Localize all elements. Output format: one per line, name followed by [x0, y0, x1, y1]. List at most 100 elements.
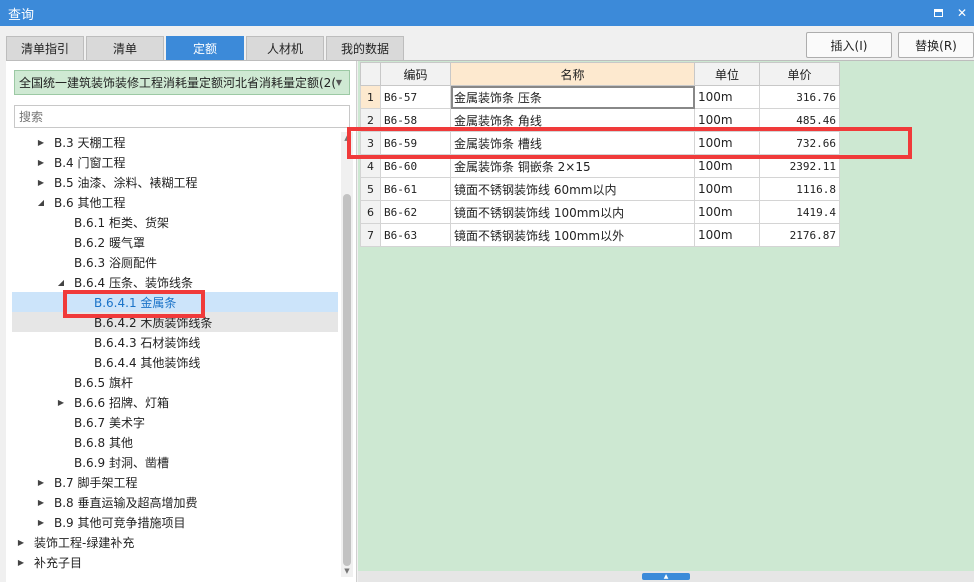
splitter-handle[interactable]: ▲	[642, 573, 690, 580]
tab-list-guide[interactable]: 清单指引	[6, 36, 84, 60]
maximize-icon[interactable]	[926, 2, 950, 24]
price-cell[interactable]: 1419.4	[759, 200, 840, 224]
unit-cell[interactable]: 100m	[694, 223, 760, 247]
name-cell[interactable]: 金属装饰条 压条	[450, 85, 695, 109]
tab-bill[interactable]: 清单	[86, 36, 164, 60]
table-row[interactable]: 1 B6-57 金属装饰条 压条 100m 316.76	[360, 85, 840, 109]
tree-node[interactable]: B.6.4.3 石材装饰线	[12, 332, 338, 352]
unit-cell[interactable]: 100m	[694, 108, 760, 132]
replace-button[interactable]: 替换(R)	[898, 32, 974, 58]
tree-node[interactable]: ▶ 装饰工程-绿建补充	[12, 532, 338, 552]
unit-cell[interactable]: 100m	[694, 85, 760, 109]
unit-cell[interactable]: 100m	[694, 131, 760, 155]
code-cell[interactable]: B6-57	[380, 85, 451, 109]
name-cell[interactable]: 金属装饰条 角线	[450, 108, 695, 132]
column-header-code[interactable]: 编码	[380, 62, 451, 86]
expand-icon[interactable]: ▶	[36, 478, 46, 487]
price-cell[interactable]: 1116.8	[759, 177, 840, 201]
row-index-cell[interactable]: 2	[360, 108, 381, 132]
tree-node[interactable]: B.6.5 旗杆	[12, 372, 338, 392]
name-cell[interactable]: 金属装饰条 槽线	[450, 131, 695, 155]
tree-node-label: B.6.9 封洞、凿槽	[74, 455, 169, 470]
code-cell[interactable]: B6-58	[380, 108, 451, 132]
collapse-icon[interactable]: ◢	[36, 198, 46, 207]
expand-icon[interactable]: ▶	[36, 498, 46, 507]
column-header-price[interactable]: 单价	[759, 62, 840, 86]
tree-node[interactable]: ▶ B.5 油漆、涂料、裱糊工程	[12, 172, 338, 192]
tree-node[interactable]: ▶ B.4 门窗工程	[12, 152, 338, 172]
name-cell[interactable]: 镜面不锈钢装饰线 100mm以外	[450, 223, 695, 247]
tree-node[interactable]: ▶ B.6.6 招牌、灯箱	[12, 392, 338, 412]
tree-node[interactable]: ▶ 补充子目	[12, 552, 338, 572]
expand-icon[interactable]: ▶	[56, 398, 66, 407]
close-icon[interactable]: ✕	[950, 2, 974, 24]
collapse-icon[interactable]: ◢	[56, 278, 66, 287]
tree-node[interactable]: ▶ B.8 垂直运输及超高增加费	[12, 492, 338, 512]
table-row[interactable]: 6 B6-62 镜面不锈钢装饰线 100mm以内 100m 1419.4	[360, 200, 840, 224]
price-cell[interactable]: 316.76	[759, 85, 840, 109]
name-cell[interactable]: 金属装饰条 铜嵌条 2×15	[450, 154, 695, 178]
search-input[interactable]	[14, 105, 350, 128]
tree-node[interactable]: ▶ B.7 脚手架工程	[12, 472, 338, 492]
unit-cell[interactable]: 100m	[694, 177, 760, 201]
tree-node[interactable]: B.6.8 其他	[12, 432, 338, 452]
tree-node-selected[interactable]: B.6.4.1 金属条	[12, 292, 338, 312]
price-cell[interactable]: 732.66	[759, 131, 840, 155]
tree-node[interactable]: B.6.7 美术字	[12, 412, 338, 432]
tree-node[interactable]: ◢ B.6 其他工程	[12, 192, 338, 212]
name-cell[interactable]: 镜面不锈钢装饰线 60mm以内	[450, 177, 695, 201]
expand-icon[interactable]: ▶	[36, 178, 46, 187]
tree-node[interactable]: B.6.3 浴厕配件	[12, 252, 338, 272]
row-index-cell[interactable]: 4	[360, 154, 381, 178]
unit-cell[interactable]: 100m	[694, 154, 760, 178]
tree-node[interactable]: B.6.1 柜类、货架	[12, 212, 338, 232]
expand-icon[interactable]: ▶	[36, 518, 46, 527]
tree-node[interactable]: B.6.2 暖气罩	[12, 232, 338, 252]
row-index-cell[interactable]: 6	[360, 200, 381, 224]
row-index-cell[interactable]: 7	[360, 223, 381, 247]
expand-icon[interactable]: ▶	[16, 558, 26, 567]
tree-node-label: B.6.5 旗杆	[74, 375, 133, 390]
code-cell[interactable]: B6-61	[380, 177, 451, 201]
library-select[interactable]: 全国统一建筑装饰装修工程消耗量定额河北省消耗量定额(2( ▼	[14, 70, 350, 95]
code-cell[interactable]: B6-63	[380, 223, 451, 247]
insert-button[interactable]: 插入(I)	[806, 32, 892, 58]
scrollbar-thumb[interactable]	[343, 194, 351, 566]
expand-icon[interactable]: ▶	[36, 138, 46, 147]
table-row[interactable]: 7 B6-63 镜面不锈钢装饰线 100mm以外 100m 2176.87	[360, 223, 840, 247]
tree-node[interactable]: ▶ B.3 天棚工程	[12, 132, 338, 152]
row-index-cell[interactable]: 3	[360, 131, 381, 155]
code-cell[interactable]: B6-62	[380, 200, 451, 224]
tab-bar: 清单指引 清单 定额 人材机 我的数据	[6, 36, 406, 60]
column-header-name[interactable]: 名称	[450, 62, 695, 86]
tab-resources[interactable]: 人材机	[246, 36, 324, 60]
tree-node[interactable]: ▶ B.9 其他可竞争措施项目	[12, 512, 338, 532]
scroll-up-icon[interactable]: ▲	[341, 132, 353, 144]
row-index-cell[interactable]: 5	[360, 177, 381, 201]
tree-node[interactable]: ◢ B.6.4 压条、装饰线条	[12, 272, 338, 292]
tree-node[interactable]: B.6.4.2 木质装饰线条	[12, 312, 338, 332]
table-row[interactable]: 3 B6-59 金属装饰条 槽线 100m 732.66	[360, 131, 840, 155]
tree-scrollbar[interactable]: ▲ ▼	[341, 132, 353, 577]
tab-quota[interactable]: 定额	[166, 36, 244, 60]
name-cell[interactable]: 镜面不锈钢装饰线 100mm以内	[450, 200, 695, 224]
expand-icon[interactable]: ▶	[16, 538, 26, 547]
grid-horizontal-scrollbar[interactable]: ▲	[358, 571, 974, 582]
tab-my-data[interactable]: 我的数据	[326, 36, 404, 60]
tree-node[interactable]: B.6.4.4 其他装饰线	[12, 352, 338, 372]
table-row[interactable]: 2 B6-58 金属装饰条 角线 100m 485.46	[360, 108, 840, 132]
expand-icon[interactable]: ▶	[36, 158, 46, 167]
row-index-cell[interactable]: 1	[360, 85, 381, 109]
price-cell[interactable]: 2176.87	[759, 223, 840, 247]
chevron-down-icon[interactable]: ▼	[333, 75, 345, 90]
tree-node[interactable]: B.6.9 封洞、凿槽	[12, 452, 338, 472]
code-cell[interactable]: B6-59	[380, 131, 451, 155]
column-header-unit[interactable]: 单位	[694, 62, 760, 86]
table-row[interactable]: 4 B6-60 金属装饰条 铜嵌条 2×15 100m 2392.11	[360, 154, 840, 178]
table-row[interactable]: 5 B6-61 镜面不锈钢装饰线 60mm以内 100m 1116.8	[360, 177, 840, 201]
unit-cell[interactable]: 100m	[694, 200, 760, 224]
scroll-down-icon[interactable]: ▼	[341, 565, 353, 577]
price-cell[interactable]: 2392.11	[759, 154, 840, 178]
code-cell[interactable]: B6-60	[380, 154, 451, 178]
price-cell[interactable]: 485.46	[759, 108, 840, 132]
